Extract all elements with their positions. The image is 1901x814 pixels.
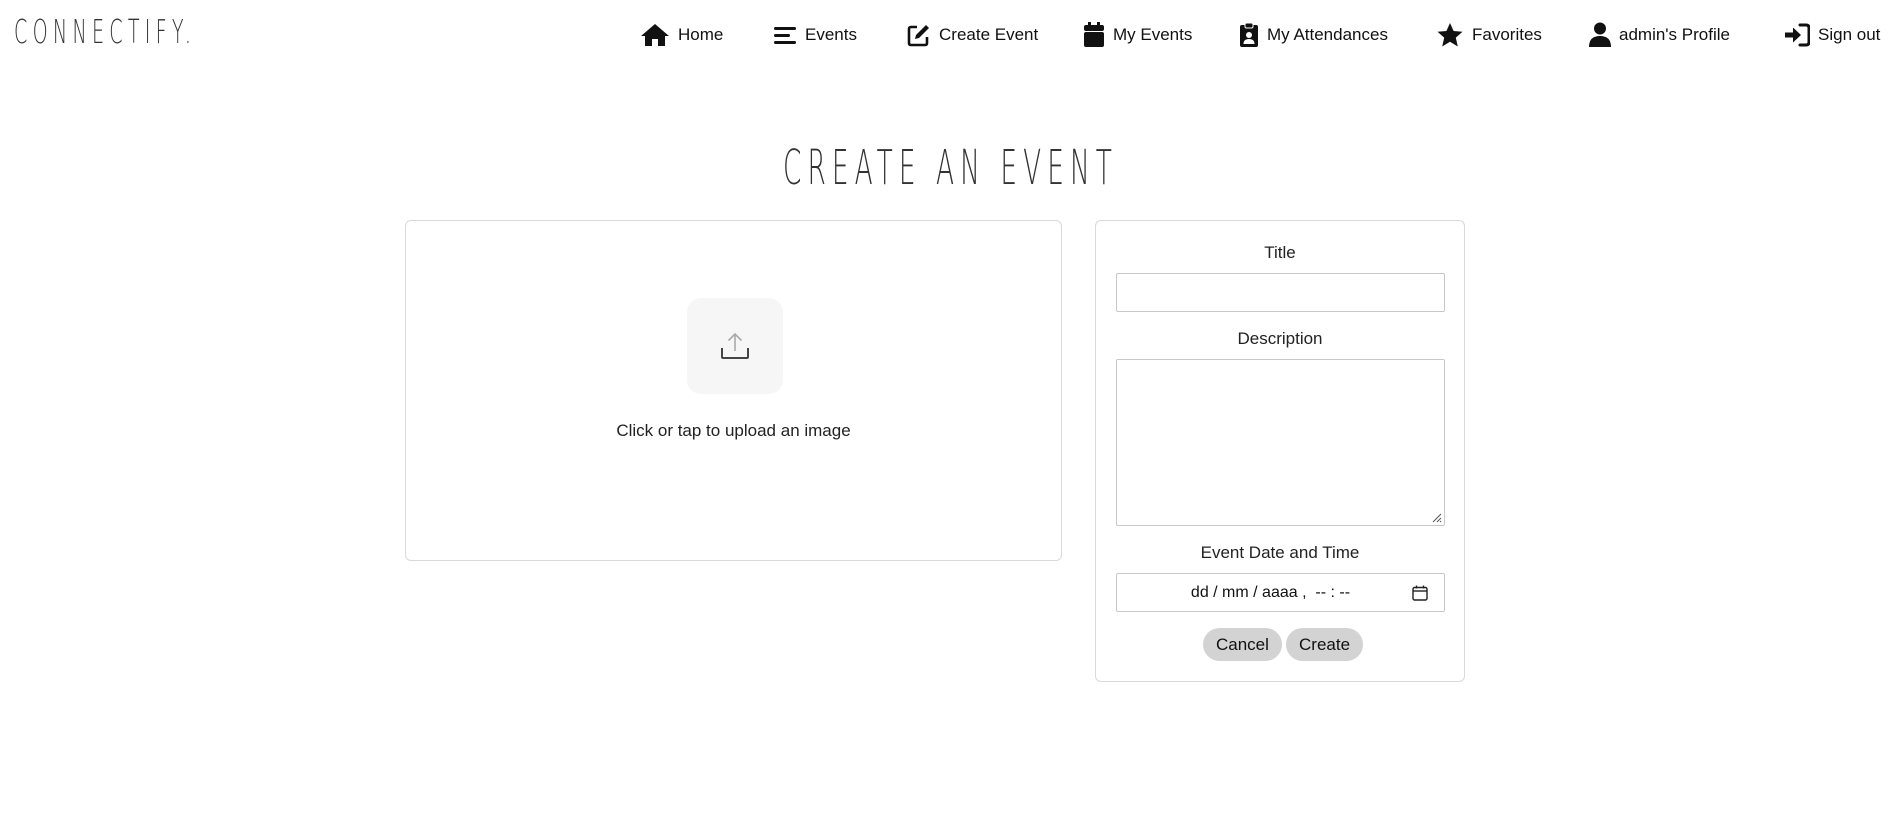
home-icon [641, 24, 669, 46]
title-label: Title [1264, 243, 1296, 262]
datetime-label: Event Date and Time [1200, 543, 1360, 562]
page-title: CREATE AN EVENT [0, 140, 1901, 196]
edit-icon [907, 25, 929, 47]
event-form: Title Description Event Date and Time dd… [1095, 220, 1465, 682]
nav-events[interactable]: Events [773, 20, 857, 50]
navbar: CONNECTIFY. Home Events Create Event My … [0, 0, 1901, 70]
nav-favorites[interactable]: Favorites [1436, 20, 1542, 50]
clipboard-user-icon [1240, 22, 1258, 47]
calendar-icon [1084, 22, 1104, 47]
nav-my-attendances-label: My Attendances [1267, 25, 1388, 44]
datetime-input[interactable]: dd / mm / aaaa , -- : -- [1116, 573, 1445, 612]
image-upload-area[interactable]: Click or tap to upload an image [405, 220, 1062, 561]
star-icon [1437, 23, 1463, 47]
nav-my-events[interactable]: My Events [1083, 20, 1192, 50]
nav-events-label: Events [805, 25, 857, 44]
create-button[interactable]: Create [1286, 628, 1364, 661]
nav-profile-label: admin's Profile [1619, 25, 1730, 44]
upload-instructions: Click or tap to upload an image [616, 421, 851, 440]
nav-my-attendances[interactable]: My Attendances [1239, 20, 1388, 50]
resize-grip-icon[interactable] [1430, 511, 1442, 523]
nav-home-label: Home [678, 25, 724, 44]
user-icon [1589, 22, 1611, 47]
nav-my-events-label: My Events [1113, 25, 1193, 44]
datetime-placeholder: dd / mm / aaaa , -- : -- [1190, 583, 1351, 601]
title-input[interactable] [1116, 273, 1445, 312]
description-input[interactable] [1116, 359, 1445, 526]
events-icon [774, 27, 796, 44]
description-label: Description [1237, 329, 1323, 348]
nav-profile[interactable]: admin's Profile [1589, 20, 1730, 50]
cancel-button[interactable]: Cancel [1203, 628, 1282, 661]
nav-sign-out-label: Sign out [1818, 25, 1881, 44]
upload-icon [721, 332, 749, 359]
nav-sign-out[interactable]: Sign out [1784, 20, 1880, 50]
page-title-text: CREATE AN EVENT [783, 140, 1118, 196]
nav-favorites-label: Favorites [1472, 25, 1542, 44]
calendar-icon[interactable] [1412, 585, 1428, 601]
nav-home[interactable]: Home [640, 20, 723, 50]
brand-logo[interactable]: CONNECTIFY. [14, 12, 196, 51]
nav-create-event[interactable]: Create Event [907, 20, 1038, 50]
upload-icon-box[interactable] [687, 298, 783, 394]
sign-in-icon [1785, 23, 1810, 47]
nav-create-event-label: Create Event [939, 25, 1039, 44]
